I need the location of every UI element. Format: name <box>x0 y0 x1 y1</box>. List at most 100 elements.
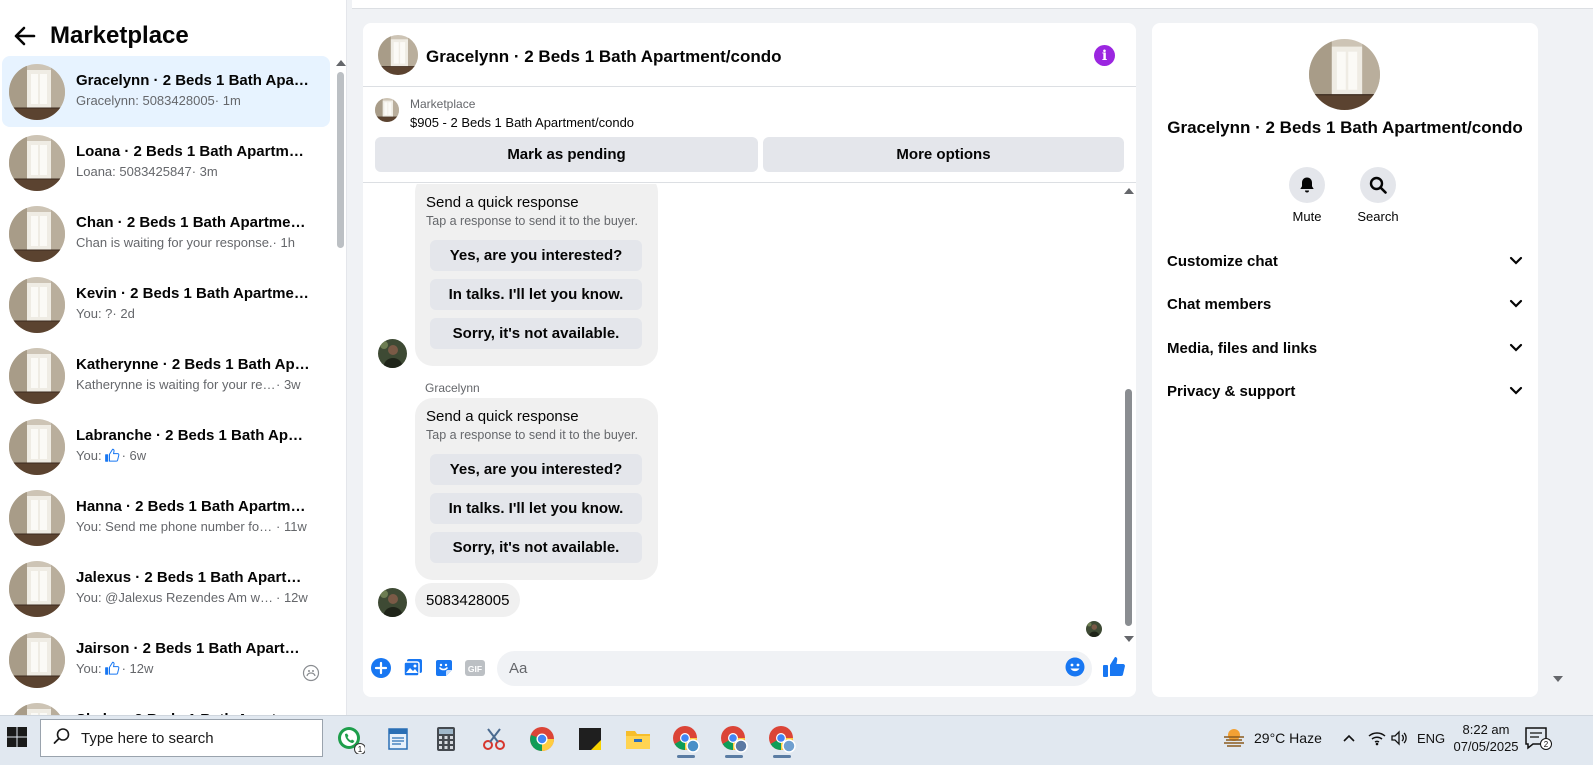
scroll-down-arrow-icon[interactable] <box>1124 636 1134 642</box>
taskbar-search-box[interactable]: Type here to search <box>40 719 323 757</box>
notification-icon[interactable]: 2 <box>1524 716 1552 760</box>
quick-reply-button[interactable]: Sorry, it's not available. <box>430 318 642 349</box>
conversation-avatar <box>9 632 65 688</box>
listing-category: Marketplace <box>410 97 476 111</box>
chat-scrollbar[interactable] <box>1121 184 1135 642</box>
chrome-app-icon[interactable] <box>525 722 559 756</box>
chrome-profile-app-icon[interactable] <box>669 722 703 758</box>
back-arrow-icon[interactable] <box>14 25 36 47</box>
section-customize-chat[interactable]: Customize chat <box>1167 246 1523 276</box>
wifi-icon[interactable] <box>1368 716 1386 760</box>
plus-icon[interactable] <box>370 657 392 679</box>
chevron-down-icon <box>1509 340 1523 357</box>
conversation-name: Labranche · 2 Beds 1 Bath Apartment/cond… <box>76 427 311 444</box>
conversation-preview: You: · 12w <box>76 661 311 679</box>
chevron-down-icon <box>1509 253 1523 270</box>
file-explorer-app-icon[interactable] <box>621 722 655 756</box>
conversation-item[interactable]: Gracelynn · 2 Beds 1 Bath Apartment/cond… <box>2 56 330 127</box>
windows-start-icon[interactable] <box>6 726 30 750</box>
conversation-snippet: Chan is waiting for your response. <box>76 235 273 250</box>
speaker-icon[interactable] <box>1390 716 1408 760</box>
profile-avatar[interactable] <box>1309 39 1380 110</box>
snipping-tool-app-icon[interactable] <box>477 722 511 756</box>
conversation-preview: You: Send me phone number for showing · … <box>76 519 311 534</box>
conversation-item[interactable]: Loana · 2 Beds 1 Bath Apartment/condo Loa… <box>2 127 330 198</box>
message-bubble[interactable]: 5083428005 <box>415 583 521 617</box>
conversation-list: Gracelynn · 2 Beds 1 Bath Apartment/cond… <box>0 56 330 725</box>
quick-response-card: Send a quick response Tap a response to … <box>415 184 658 366</box>
scrollbar-thumb[interactable] <box>1125 389 1132 626</box>
conversation-item[interactable]: Chan · 2 Beds 1 Bath Apartment/condo Chan… <box>2 198 330 269</box>
sender-avatar[interactable] <box>378 339 407 368</box>
message-thread: Send a quick response Tap a response to … <box>363 184 1136 644</box>
conversation-time: · 2d <box>112 306 135 321</box>
message-input[interactable] <box>497 651 1092 686</box>
search-icon <box>53 727 71 749</box>
mark-pending-button[interactable]: Mark as pending <box>375 137 758 172</box>
conversation-item[interactable]: Jalexus · 2 Beds 1 Bath Apartment/condo Y… <box>2 553 330 624</box>
conversation-item[interactable]: Katherynne · 2 Beds 1 Bath Apartment/con… <box>2 340 330 411</box>
like-thumb-icon <box>104 661 120 679</box>
conversation-preview: Katherynne is waiting for your response.… <box>76 377 311 392</box>
quick-reply-button[interactable]: Sorry, it's not available. <box>430 532 642 563</box>
listing-description[interactable]: $905 - 2 Beds 1 Bath Apartment/condo <box>410 115 634 130</box>
scroll-up-arrow-icon[interactable] <box>336 60 346 66</box>
message-composer: GIF <box>363 647 1136 697</box>
conversation-scrollbar[interactable] <box>333 56 346 722</box>
photo-icon[interactable] <box>402 657 424 679</box>
sticky-notes-app-icon[interactable] <box>573 722 607 756</box>
search-icon <box>1360 167 1396 203</box>
more-options-button[interactable]: More options <box>763 137 1124 172</box>
quick-reply-button[interactable]: Yes, are you interested? <box>430 454 642 485</box>
quick-response-subtitle: Tap a response to send it to the buyer. <box>426 214 638 228</box>
emoji-icon[interactable] <box>1065 657 1085 682</box>
conversation-avatar <box>9 277 65 333</box>
section-media-files-links[interactable]: Media, files and links <box>1167 333 1523 363</box>
conversation-snippet: Katherynne is waiting for your response. <box>76 377 276 392</box>
conversation-snippet: Loana: 5083425847 <box>76 164 192 179</box>
listing-thumbnail[interactable] <box>375 98 399 122</box>
conversation-item[interactable]: Labranche · 2 Beds 1 Bath Apartment/cond… <box>2 411 330 482</box>
whatsapp-app-icon[interactable]: 1 <box>333 722 367 756</box>
weather-widget[interactable]: 29°C Haze <box>1222 716 1322 760</box>
gif-icon[interactable]: GIF <box>464 657 486 679</box>
conversation-item[interactable]: Jairson · 2 Beds 1 Bath Apartment/condo Y… <box>2 624 330 695</box>
chrome-profile-app-icon[interactable] <box>765 722 799 758</box>
search-button[interactable]: Search <box>1348 167 1408 224</box>
mute-button[interactable]: Mute <box>1277 167 1337 224</box>
chat-header: Gracelynn · 2 Beds 1 Bath Apartment/cond… <box>363 23 1136 87</box>
clock[interactable]: 8:22 am 07/05/2025 <box>1453 716 1518 760</box>
like-thumb-icon[interactable] <box>1102 655 1126 684</box>
chat-title[interactable]: Gracelynn · 2 Beds 1 Bath Apartment/cond… <box>426 47 782 67</box>
conversation-snippet: You: <box>76 448 102 463</box>
like-thumb-icon <box>104 448 120 466</box>
sender-avatar[interactable] <box>378 588 407 617</box>
app-window: Marketplace Gracelynn · 2 Beds 1 Bath Ap… <box>0 0 1593 765</box>
conversation-preview: You: ? · 2d <box>76 306 311 321</box>
conversation-item[interactable]: Hanna · 2 Beds 1 Bath Apartment/condo You… <box>2 482 330 553</box>
notification-count: 2 <box>1544 740 1549 749</box>
scroll-up-arrow-icon[interactable] <box>1124 188 1134 194</box>
chat-avatar[interactable] <box>378 35 418 75</box>
section-label: Chat members <box>1167 295 1272 313</box>
conversation-name: Kevin · 2 Beds 1 Bath Apartment/condo <box>76 285 311 302</box>
chrome-profile-app-icon[interactable] <box>717 722 751 758</box>
conversation-item[interactable]: Kevin · 2 Beds 1 Bath Apartment/condo You… <box>2 269 330 340</box>
scrollbar-thumb[interactable] <box>337 72 344 248</box>
sticker-icon[interactable] <box>433 657 455 679</box>
language-indicator[interactable]: ENG <box>1417 716 1445 760</box>
section-chat-members[interactable]: Chat members <box>1167 289 1523 319</box>
chevron-up-icon[interactable] <box>1342 716 1356 760</box>
section-privacy-support[interactable]: Privacy & support <box>1167 376 1523 406</box>
conversation-name: Chan · 2 Beds 1 Bath Apartment/condo <box>76 214 311 231</box>
section-label: Media, files and links <box>1167 339 1318 357</box>
section-label: Customize chat <box>1167 252 1278 270</box>
quick-reply-button[interactable]: Yes, are you interested? <box>430 240 642 271</box>
calculator-app-icon[interactable] <box>429 722 463 756</box>
quick-reply-button[interactable]: In talks. I'll let you know. <box>430 493 642 524</box>
conversation-avatar <box>9 206 65 262</box>
page-scroll-down-arrow-icon[interactable] <box>1553 676 1563 682</box>
info-icon[interactable]: i <box>1094 45 1115 66</box>
quick-reply-button[interactable]: In talks. I'll let you know. <box>430 279 642 310</box>
notepad-app-icon[interactable] <box>381 722 415 756</box>
